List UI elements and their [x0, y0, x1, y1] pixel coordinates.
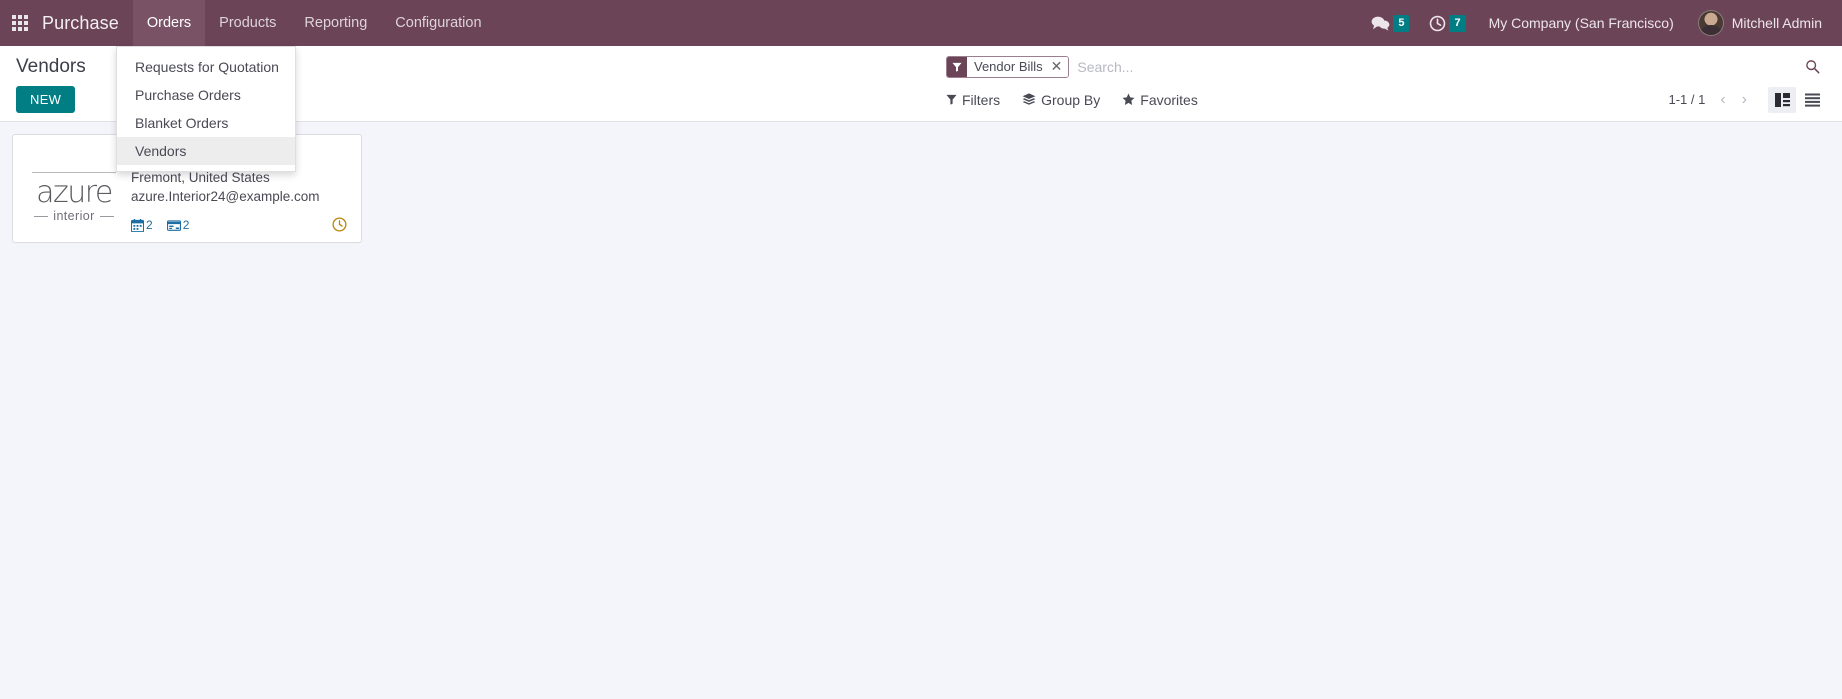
logo-top-rule: [32, 171, 116, 173]
search-icon[interactable]: [1799, 59, 1826, 74]
logo-dash-left: [34, 215, 49, 217]
logo-subtitle: interior: [53, 209, 95, 224]
view-switcher: [1768, 86, 1826, 113]
orders-dropdown-menu: Requests for Quotation Purchase Orders B…: [116, 46, 296, 172]
vendor-stats: 2 2: [131, 218, 189, 232]
messages-icon: [1371, 15, 1390, 31]
dropdown-item-vendors[interactable]: Vendors: [117, 137, 295, 165]
vendor-email: azure.Interior24@example.com: [131, 189, 320, 205]
filters-button[interactable]: Filters: [946, 92, 1000, 108]
search-input[interactable]: [1069, 55, 1799, 78]
close-icon[interactable]: ✕: [1048, 56, 1069, 77]
app-brand-purchase[interactable]: Purchase: [40, 0, 133, 46]
bill-card-icon: [166, 219, 181, 232]
vendor-bills-count: 2: [182, 218, 190, 233]
clock-icon: [332, 217, 347, 232]
menu-configuration[interactable]: Configuration: [381, 0, 495, 46]
avatar: [1697, 10, 1724, 36]
chevron-left-icon[interactable]: ‹: [1715, 91, 1730, 109]
logo-name: azure: [36, 174, 113, 210]
pager-range: 1-1 / 1: [1668, 92, 1706, 107]
dropdown-item-blanket-orders[interactable]: Blanket Orders: [117, 109, 295, 137]
top-navbar: Purchase Orders Products Reporting Confi…: [0, 0, 1842, 172]
search-dropdown-bar: Filters Group By Favorites 1-1 / 1 ‹ ›: [946, 86, 1826, 113]
company-switcher[interactable]: My Company (San Francisco): [1477, 0, 1686, 46]
group-by-label: Group By: [1041, 91, 1101, 108]
activity-status-button[interactable]: [332, 217, 347, 232]
menu-orders[interactable]: Orders: [132, 0, 206, 46]
vendor-logo: azure interior: [27, 149, 121, 232]
dropdown-item-purchase-orders[interactable]: Purchase Orders: [117, 81, 295, 109]
logo-dash-right: [99, 215, 114, 217]
systray: 5 7 My Company (San Francisco) Mitchell …: [1362, 0, 1842, 46]
filter-funnel-icon: [947, 56, 967, 77]
favorites-button[interactable]: Favorites: [1122, 92, 1198, 108]
chevron-right-icon[interactable]: ›: [1737, 91, 1752, 109]
activities-button[interactable]: 7: [1420, 0, 1474, 46]
pager-and-views: 1-1 / 1 ‹ ›: [1668, 86, 1826, 113]
apps-grid-icon: [12, 15, 28, 31]
search-view: Vendor Bills ✕: [946, 54, 1826, 81]
page-title: Vendors: [16, 56, 86, 77]
favorites-label: Favorites: [1140, 91, 1198, 108]
search-facet-label: Vendor Bills: [967, 56, 1049, 77]
menu-reporting[interactable]: Reporting: [290, 0, 381, 46]
layers-icon: [1022, 93, 1036, 106]
activities-badge: 7: [1449, 14, 1466, 32]
star-icon: [1122, 93, 1135, 106]
purchase-orders-count: 2: [146, 218, 153, 233]
user-menu[interactable]: Mitchell Admin: [1688, 0, 1828, 46]
group-by-button[interactable]: Group By: [1022, 92, 1100, 108]
list-view-icon: [1804, 93, 1820, 107]
list-view-button[interactable]: [1798, 87, 1826, 113]
calendar-icon: [131, 218, 144, 232]
purchase-orders-stat[interactable]: 2: [131, 218, 153, 232]
messages-button[interactable]: 5: [1362, 0, 1418, 46]
filter-funnel-icon: [946, 94, 957, 105]
apps-menu-button[interactable]: [0, 0, 40, 46]
messages-badge: 5: [1393, 14, 1410, 32]
vendor-bills-stat[interactable]: 2: [166, 218, 190, 233]
activity-clock-icon: [1429, 15, 1446, 32]
user-name-label: Mitchell Admin: [1731, 15, 1822, 31]
dropdown-item-requests-for-quotation[interactable]: Requests for Quotation: [117, 53, 295, 81]
kanban-view-button[interactable]: [1768, 86, 1796, 113]
kanban-view: azure interior Services Fremont, United …: [0, 122, 1842, 693]
filters-label: Filters: [962, 91, 1001, 108]
new-button[interactable]: NEW: [16, 86, 76, 113]
logo-subtitle-row: interior: [28, 209, 120, 223]
menu-products[interactable]: Products: [205, 0, 290, 46]
vendor-card-footer: 2 2: [131, 217, 347, 232]
kanban-view-icon: [1774, 92, 1790, 107]
search-facet-vendor-bills[interactable]: Vendor Bills ✕: [946, 55, 1070, 78]
